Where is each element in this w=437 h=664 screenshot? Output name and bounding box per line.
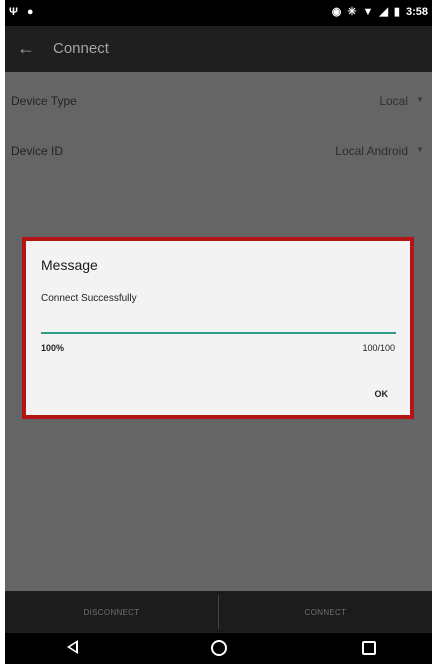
disconnect-button[interactable]: DISCONNECT [5, 591, 218, 633]
progress-bar-fill [41, 332, 396, 334]
dialog-title: Message [41, 257, 98, 273]
wifi-icon: ▼ [362, 5, 374, 18]
connect-button[interactable]: CONNECT [219, 591, 432, 633]
device-id-row[interactable]: Device ID Local Android ▼ [5, 136, 432, 166]
chevron-down-icon[interactable]: ▼ [416, 145, 424, 154]
progress-count: 100/100 [362, 343, 395, 353]
battery-icon: ▮ [393, 6, 400, 18]
system-nav-bar [5, 633, 432, 664]
progress-percent: 100% [41, 343, 65, 353]
device-type-row[interactable]: Device Type Local ▼ [5, 86, 432, 116]
status-bar: Ψ ● ◉ ✳ ▼ ◢ ▮ 3:58 [5, 0, 432, 26]
status-time: 3:58 [405, 5, 428, 18]
signal-icon: ◢ [379, 6, 388, 18]
nav-home-icon[interactable] [211, 640, 227, 656]
usb-icon: Ψ [9, 6, 18, 18]
device-id-dropdown[interactable]: Local Android [335, 144, 408, 158]
location-icon: ◉ [331, 6, 342, 18]
notification-pin-icon: ● [26, 6, 34, 18]
app-bar: ← Connect [5, 26, 432, 72]
device-id-label: Device ID [11, 144, 64, 158]
progress-bar [41, 332, 396, 334]
device-type-label: Device Type [11, 94, 77, 108]
message-dialog: Message Connect Successfully 100% 100/10… [22, 237, 414, 419]
bluetooth-icon: ✳ [347, 6, 357, 18]
page-title: Connect [53, 40, 109, 57]
dialog-message: Connect Successfully [41, 293, 137, 304]
chevron-down-icon[interactable]: ▼ [416, 95, 424, 104]
device-type-dropdown[interactable]: Local [379, 94, 408, 108]
nav-recents-icon[interactable] [362, 641, 376, 655]
bottom-button-bar: DISCONNECT CONNECT [5, 591, 432, 633]
ok-button[interactable]: OK [375, 389, 389, 399]
back-arrow-icon[interactable]: ← [17, 38, 35, 59]
nav-back-icon[interactable] [67, 640, 78, 654]
